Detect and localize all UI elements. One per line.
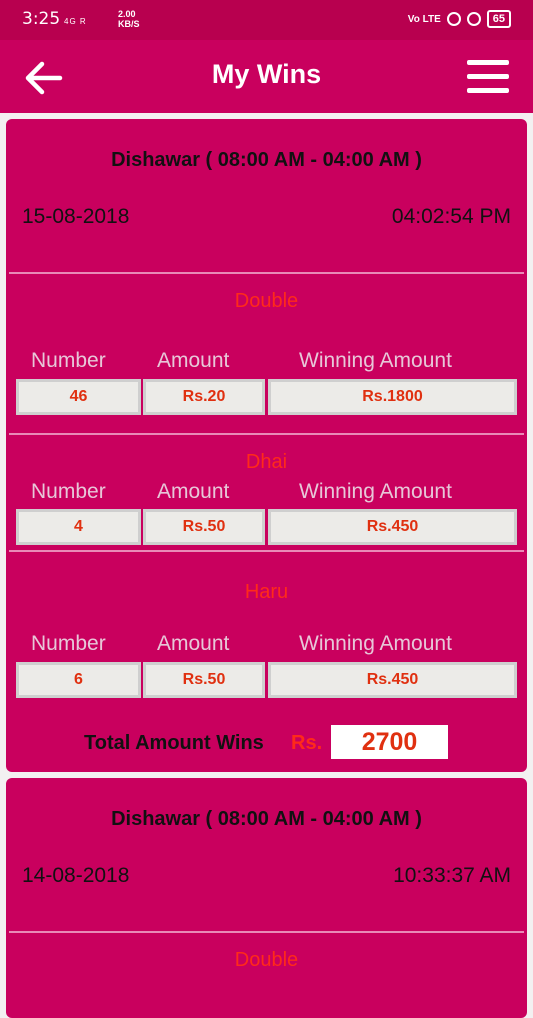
- page-title: My Wins: [211, 59, 322, 89]
- status-icons: Vo LTE 65: [408, 10, 511, 28]
- battery-icon: 65: [486, 10, 511, 28]
- win-time: 04:02:54 PM: [391, 205, 511, 228]
- status-time: 3:25: [22, 9, 61, 29]
- section-title-double: Double: [234, 949, 299, 971]
- divider: [9, 272, 524, 274]
- network-speed-value: 2.00: [118, 9, 136, 19]
- column-header-winning-amount: Winning Amount: [299, 349, 452, 372]
- game-title: Dishawar ( 08:00 AM - 04:00 AM ): [111, 149, 422, 171]
- divider: [9, 550, 524, 552]
- alarm-icon: [466, 12, 481, 26]
- section-title-double: Double: [234, 290, 299, 312]
- total-amount: 2700: [331, 725, 448, 759]
- column-header-number: Number: [31, 480, 106, 503]
- network-speed-unit: KB/S: [118, 19, 140, 29]
- table-row: 6 Rs.50 Rs.450: [16, 662, 517, 698]
- column-header-amount: Amount: [157, 480, 230, 503]
- volte-icon: Vo LTE: [407, 13, 441, 25]
- cell-amount: Rs.50: [143, 509, 265, 545]
- column-header-amount: Amount: [157, 349, 230, 372]
- column-header-number: Number: [31, 349, 106, 372]
- divider: [9, 433, 524, 435]
- game-title: Dishawar ( 08:00 AM - 04:00 AM ): [111, 808, 422, 830]
- cell-number: 4: [16, 509, 141, 545]
- cell-amount: Rs.20: [143, 379, 265, 415]
- cell-winning-amount: Rs.450: [268, 662, 517, 698]
- divider: [9, 931, 524, 933]
- column-header-amount: Amount: [157, 632, 230, 655]
- total-label: Total Amount Wins: [84, 732, 264, 754]
- win-card: Dishawar ( 08:00 AM - 04:00 AM ) 15-08-2…: [6, 119, 527, 772]
- total-currency: Rs.: [291, 732, 323, 754]
- app-bar: My Wins: [0, 40, 533, 113]
- signal-icon: 4G R: [64, 17, 87, 26]
- status-bar: 3:25 4G R 2.00 KB/S Vo LTE 65: [0, 0, 533, 40]
- cell-number: 46: [16, 379, 141, 415]
- table-row: 46 Rs.20 Rs.1800: [16, 379, 517, 415]
- win-time: 10:33:37 AM: [393, 864, 511, 887]
- section-title-dhai: Dhai: [245, 451, 288, 473]
- column-header-number: Number: [31, 632, 106, 655]
- column-header-winning-amount: Winning Amount: [299, 632, 452, 655]
- table-row: 4 Rs.50 Rs.450: [16, 509, 517, 545]
- lock-icon: [446, 12, 461, 26]
- win-date: 15-08-2018: [22, 205, 130, 228]
- cell-winning-amount: Rs.1800: [268, 379, 517, 415]
- cell-winning-amount: Rs.450: [268, 509, 517, 545]
- section-title-haru: Haru: [244, 581, 289, 603]
- win-card: Dishawar ( 08:00 AM - 04:00 AM ) 14-08-2…: [6, 778, 527, 1018]
- column-header-winning-amount: Winning Amount: [299, 480, 452, 503]
- network-speed: 2.00 KB/S: [118, 9, 140, 29]
- hamburger-menu-icon[interactable]: [467, 60, 509, 94]
- cell-number: 6: [16, 662, 141, 698]
- win-date: 14-08-2018: [22, 864, 130, 887]
- cell-amount: Rs.50: [143, 662, 265, 698]
